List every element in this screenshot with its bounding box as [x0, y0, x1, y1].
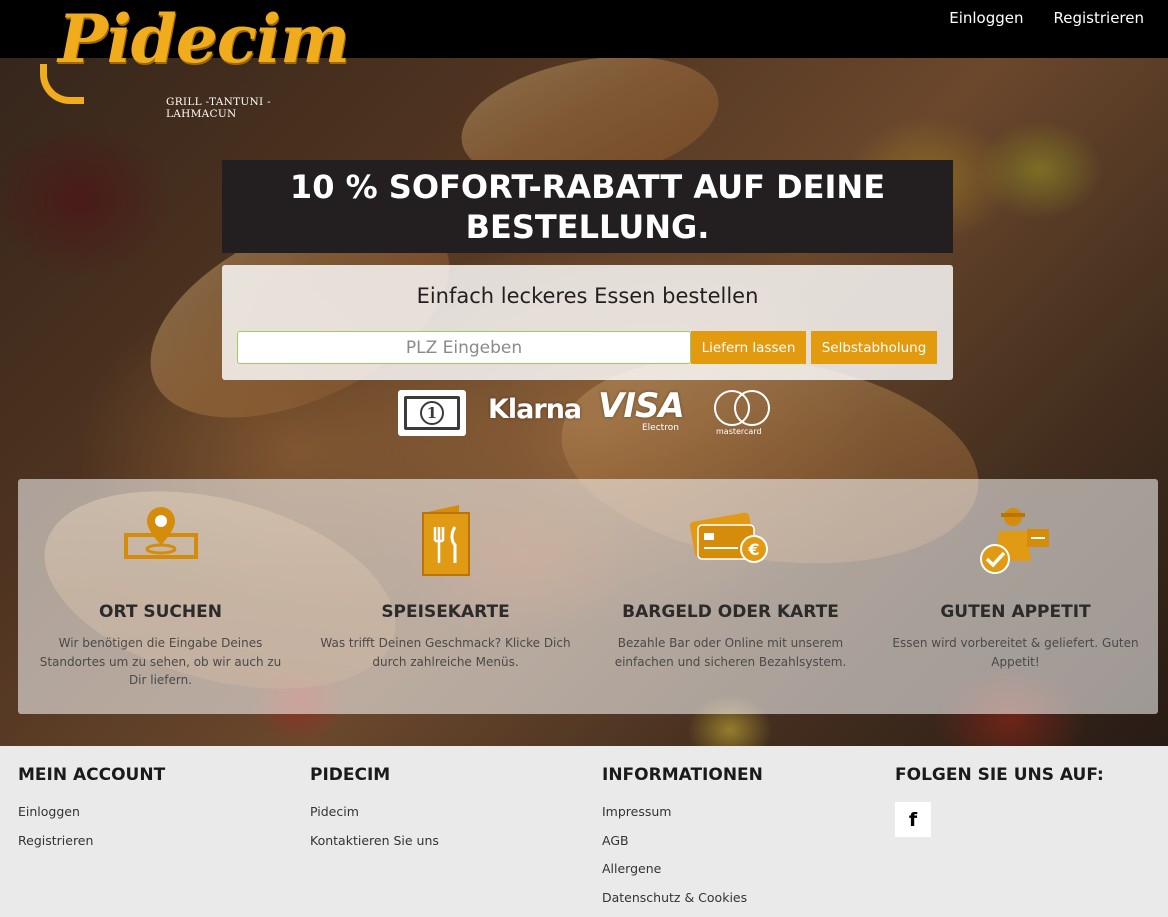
facebook-icon[interactable]: f — [895, 802, 931, 837]
promo-banner: 10 % SOFORT-RABATT AUF DEINE BESTELLUNG. — [222, 160, 953, 253]
step-title: GUTEN APPETIT — [940, 602, 1091, 622]
step-text: Wir benötigen die Eingabe Deines Standor… — [39, 636, 282, 687]
login-link[interactable]: Einloggen — [949, 9, 1023, 27]
footer-link-agb[interactable]: AGB — [602, 833, 629, 848]
step-payment: € BARGELD ODER KARTE Bezahle Bar oder On… — [588, 479, 873, 714]
payment-card-icon: € — [689, 512, 768, 563]
order-title: Einfach leckeres Essen bestellen — [416, 284, 759, 308]
location-pin-icon — [123, 507, 198, 559]
footer-link-pidecim[interactable]: Pidecim — [310, 804, 359, 819]
deliver-button[interactable]: Liefern lassen — [691, 331, 806, 364]
klarna-logo: Klarna — [488, 394, 582, 425]
step-find-location: ORT SUCHEN Wir benötigen die Eingabe Dei… — [18, 479, 303, 714]
payment-methods: 1 Klarna VISA Electron mastercard — [396, 386, 776, 444]
mastercard-logo: mastercard — [712, 390, 776, 440]
visa-electron-label: Electron — [642, 423, 679, 433]
step-text: Was trifft Deinen Geschmack? Klicke Dich… — [320, 636, 571, 669]
step-title: BARGELD ODER KARTE — [622, 602, 839, 622]
register-link[interactable]: Registrieren — [1054, 9, 1145, 27]
visa-logo: VISA — [598, 386, 685, 426]
account-nav: Einloggen Registrieren — [949, 9, 1144, 27]
step-title: ORT SUCHEN — [99, 602, 222, 622]
cash-payment-icon: 1 — [398, 390, 466, 436]
footer-link-login[interactable]: Einloggen — [18, 804, 80, 819]
footer-link-allergene[interactable]: Allergene — [602, 861, 661, 876]
menu-card-icon — [421, 505, 470, 576]
step-text: Bezahle Bar oder Online mit unserem einf… — [614, 636, 847, 669]
step-text: Essen wird vorbereitet & geliefert. Gute… — [892, 636, 1139, 669]
svg-text:€: € — [747, 540, 759, 559]
footer-link-privacy[interactable]: Datenschutz & Cookies — [602, 890, 747, 905]
pickup-button[interactable]: Selbstabholung — [811, 331, 937, 364]
mastercard-label: mastercard — [716, 427, 762, 436]
footer-heading: FOLGEN SIE UNS AUF: — [895, 765, 1104, 785]
delivery-person-icon — [979, 508, 1049, 574]
order-box: Einfach leckeres Essen bestellen Liefern… — [222, 265, 953, 380]
site-logo[interactable]: Pidecim GRILL -TANTUNI -LAHMACUN — [40, 0, 350, 120]
step-menu: SPEISEKARTE Was trifft Deinen Geschmack?… — [303, 479, 588, 714]
logo-wordmark: Pidecim — [58, 0, 350, 78]
footer-link-impressum[interactable]: Impressum — [602, 804, 671, 819]
step-title: SPEISEKARTE — [381, 602, 510, 622]
footer-heading: PIDECIM — [310, 765, 391, 785]
logo-tagline: GRILL -TANTUNI -LAHMACUN — [166, 96, 271, 120]
footer-heading: MEIN ACCOUNT — [18, 765, 166, 785]
plz-input[interactable] — [237, 331, 691, 364]
footer-heading: INFORMATIONEN — [602, 765, 763, 785]
site-footer: MEIN ACCOUNT Einloggen Registrieren PIDE… — [0, 746, 1168, 917]
how-it-works-panel: ORT SUCHEN Wir benötigen die Eingabe Dei… — [18, 479, 1158, 714]
footer-link-contact[interactable]: Kontaktieren Sie uns — [310, 833, 439, 848]
step-enjoy: GUTEN APPETIT Essen wird vorbereitet & g… — [873, 479, 1158, 714]
footer-link-register[interactable]: Registrieren — [18, 833, 93, 848]
